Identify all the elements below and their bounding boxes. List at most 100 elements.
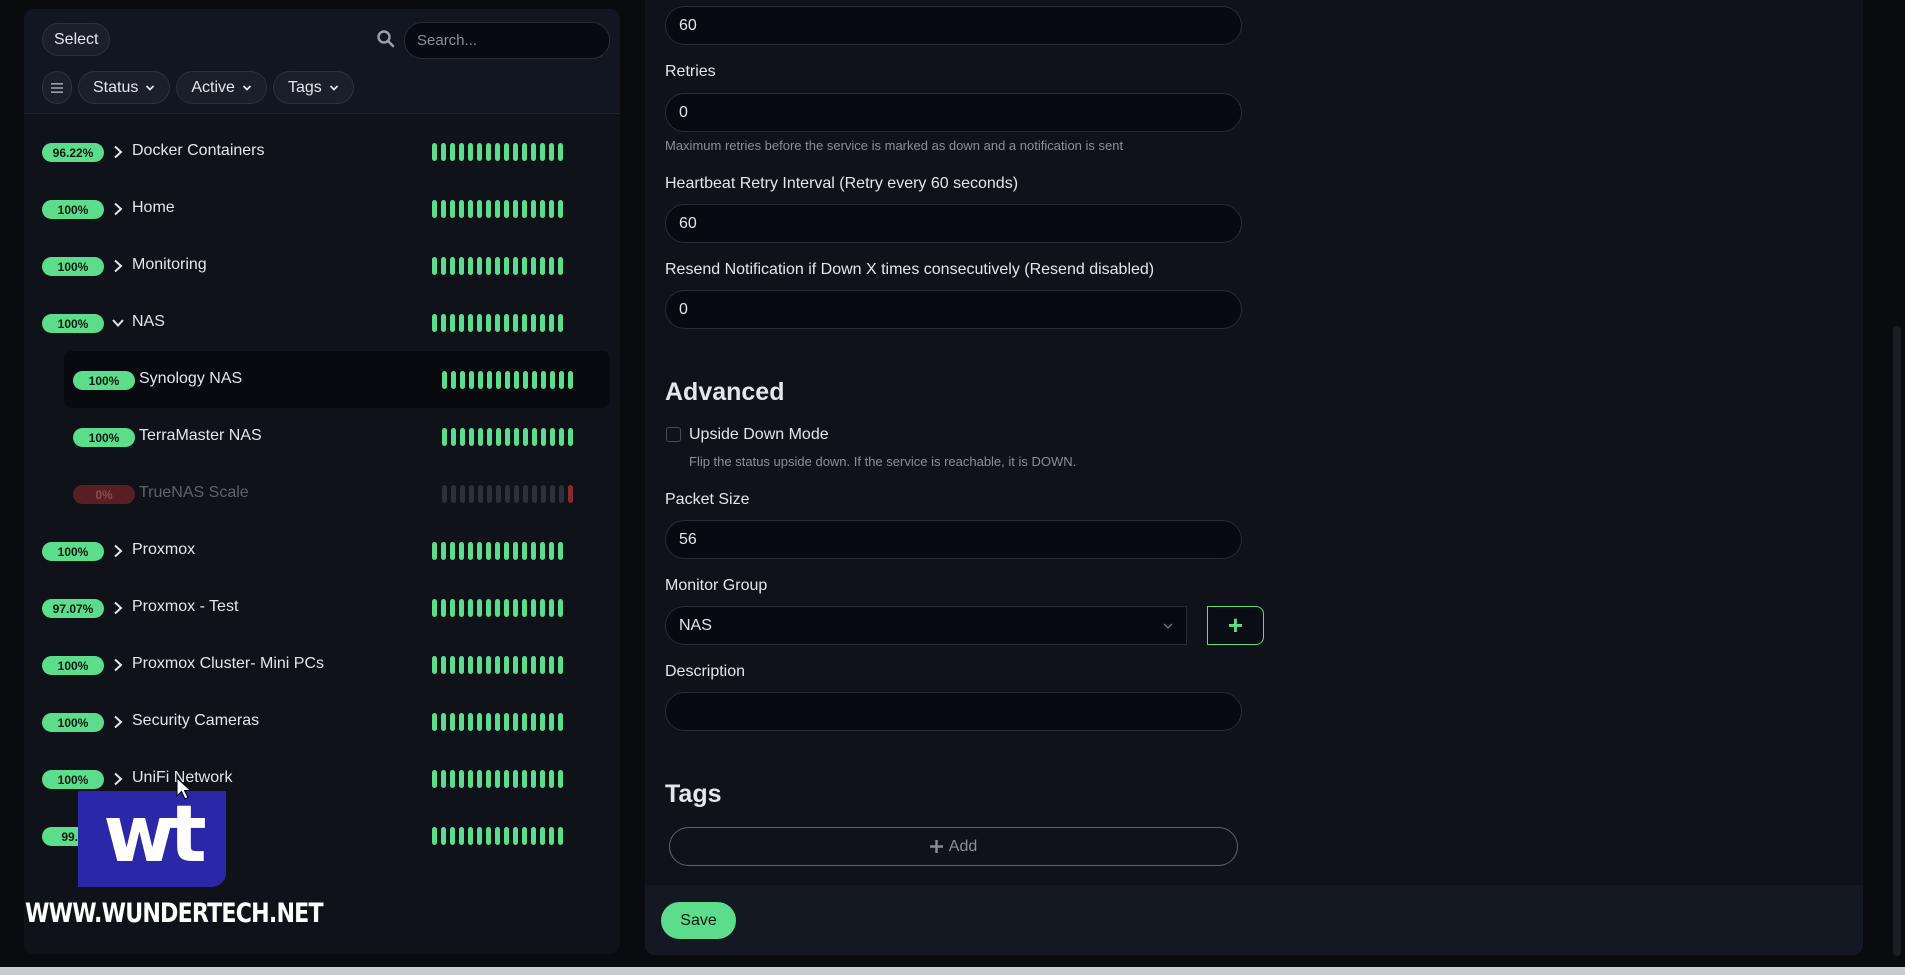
upside-down-label[interactable]: Upside Down Mode bbox=[689, 426, 829, 444]
heartbeat-bar bbox=[442, 371, 573, 389]
monitor-row[interactable]: 100% Monitoring bbox=[24, 237, 620, 294]
scrollbar-thumb[interactable] bbox=[1893, 326, 1901, 956]
heartbeat-beat bbox=[468, 542, 473, 560]
heartbeat-beat bbox=[442, 371, 447, 389]
heartbeat-beat bbox=[549, 143, 554, 161]
heartbeat-beat bbox=[477, 314, 482, 332]
monitor-row[interactable]: 0% TrueNAS Scale bbox=[24, 465, 620, 522]
heartbeat-beat bbox=[442, 485, 447, 503]
retries-input[interactable]: 0 bbox=[665, 93, 1242, 132]
filter-menu-button[interactable] bbox=[42, 71, 72, 104]
retry-interval-input[interactable]: 60 bbox=[665, 204, 1242, 243]
filter-active-button[interactable]: Active bbox=[176, 71, 267, 104]
heartbeat-beat bbox=[523, 371, 528, 389]
chevron-right-icon[interactable] bbox=[112, 715, 124, 729]
description-input[interactable] bbox=[665, 692, 1242, 731]
chevron-right-icon[interactable] bbox=[112, 259, 124, 273]
heartbeat-beat bbox=[450, 599, 455, 617]
heartbeat-beat bbox=[486, 314, 491, 332]
resend-notification-input[interactable]: 0 bbox=[665, 290, 1242, 329]
page-scrollbar[interactable] bbox=[1889, 0, 1905, 965]
filter-tags-button[interactable]: Tags bbox=[272, 71, 354, 104]
heartbeat-beat bbox=[558, 143, 563, 161]
monitor-row[interactable]: 97.07% Proxmox - Test bbox=[24, 579, 620, 636]
heartbeat-beat bbox=[477, 713, 482, 731]
chevron-right-icon[interactable] bbox=[112, 772, 124, 786]
chevron-right-icon[interactable] bbox=[112, 202, 124, 216]
tags-section-title: Tags bbox=[665, 780, 722, 808]
monitor-row[interactable]: 100% Proxmox bbox=[24, 522, 620, 579]
monitor-name[interactable]: Docker Containers bbox=[132, 142, 265, 160]
monitor-row[interactable]: 96.22% Docker Containers bbox=[24, 123, 620, 180]
heartbeat-bar bbox=[432, 656, 563, 674]
heartbeat-beat bbox=[559, 485, 564, 503]
chevron-right-icon[interactable] bbox=[112, 544, 124, 558]
heartbeat-interval-input[interactable]: 60 bbox=[665, 6, 1242, 45]
monitor-name[interactable]: Proxmox Cluster- Mini PCs bbox=[132, 655, 324, 673]
filter-status-button[interactable]: Status bbox=[78, 71, 171, 104]
heartbeat-beat bbox=[504, 656, 509, 674]
monitor-name[interactable]: Security Cameras bbox=[132, 712, 259, 730]
heartbeat-beat bbox=[540, 200, 545, 218]
monitor-row[interactable]: 100% Synology NAS bbox=[24, 351, 620, 408]
heartbeat-beat bbox=[459, 656, 464, 674]
heartbeat-beat bbox=[441, 314, 446, 332]
heartbeat-beat bbox=[504, 713, 509, 731]
packet-size-input[interactable]: 56 bbox=[665, 520, 1242, 559]
monitor-name[interactable]: Monitoring bbox=[132, 256, 207, 274]
monitor-row[interactable]: 100% Proxmox Cluster- Mini PCs bbox=[24, 636, 620, 693]
filter-tags-label: Tags bbox=[287, 78, 322, 96]
monitor-name[interactable]: Proxmox - Test bbox=[132, 598, 238, 616]
heartbeat-beat bbox=[540, 542, 545, 560]
heartbeat-beat bbox=[459, 713, 464, 731]
heartbeat-bar bbox=[432, 314, 563, 332]
select-button[interactable]: Select bbox=[42, 23, 111, 56]
heartbeat-beat bbox=[523, 428, 528, 446]
heartbeat-beat bbox=[549, 656, 554, 674]
heartbeat-beat bbox=[459, 827, 464, 845]
heartbeat-beat bbox=[495, 599, 500, 617]
heartbeat-beat bbox=[568, 485, 573, 503]
monitor-row[interactable]: 100% TerraMaster NAS bbox=[24, 408, 620, 465]
chevron-down-icon[interactable] bbox=[112, 316, 124, 330]
heartbeat-beat bbox=[432, 770, 437, 788]
heartbeat-beat bbox=[496, 485, 501, 503]
chevron-right-icon[interactable] bbox=[112, 601, 124, 615]
heartbeat-beat bbox=[549, 770, 554, 788]
heartbeat-beat bbox=[496, 371, 501, 389]
monitor-name[interactable]: Synology NAS bbox=[139, 370, 242, 388]
heartbeat-bar bbox=[442, 485, 573, 503]
heartbeat-beat bbox=[468, 770, 473, 788]
monitor-name[interactable]: TrueNAS Scale bbox=[139, 484, 249, 502]
search-input[interactable] bbox=[404, 22, 610, 59]
heartbeat-beat bbox=[459, 770, 464, 788]
monitor-name[interactable]: Home bbox=[132, 199, 175, 217]
add-tag-button[interactable]: Add bbox=[669, 827, 1238, 866]
heartbeat-beat bbox=[450, 314, 455, 332]
save-button[interactable]: Save bbox=[661, 902, 736, 939]
heartbeat-beat bbox=[460, 428, 465, 446]
heartbeat-beat bbox=[522, 143, 527, 161]
heartbeat-beat bbox=[486, 656, 491, 674]
heartbeat-beat bbox=[487, 371, 492, 389]
heartbeat-beat bbox=[468, 827, 473, 845]
upside-down-help: Flip the status upside down. If the serv… bbox=[689, 454, 1077, 469]
upside-down-checkbox[interactable] bbox=[666, 427, 681, 442]
monitor-name[interactable]: NAS bbox=[132, 313, 165, 331]
monitor-group-select[interactable]: NAS bbox=[665, 606, 1187, 645]
heartbeat-beat bbox=[469, 371, 474, 389]
monitor-row[interactable]: 100% Home bbox=[24, 180, 620, 237]
monitor-row[interactable]: 100% NAS bbox=[24, 294, 620, 351]
add-group-button[interactable]: + bbox=[1207, 606, 1264, 645]
heartbeat-beat bbox=[504, 599, 509, 617]
heartbeat-beat bbox=[504, 143, 509, 161]
monitor-name[interactable]: TerraMaster NAS bbox=[139, 427, 262, 445]
heartbeat-beat bbox=[478, 485, 483, 503]
monitor-row[interactable]: 100% Security Cameras bbox=[24, 693, 620, 750]
heartbeat-beat bbox=[550, 371, 555, 389]
chevron-right-icon[interactable] bbox=[112, 658, 124, 672]
search-icon[interactable] bbox=[376, 29, 396, 49]
heartbeat-beat bbox=[549, 827, 554, 845]
chevron-right-icon[interactable] bbox=[112, 145, 124, 159]
monitor-name[interactable]: Proxmox bbox=[132, 541, 195, 559]
